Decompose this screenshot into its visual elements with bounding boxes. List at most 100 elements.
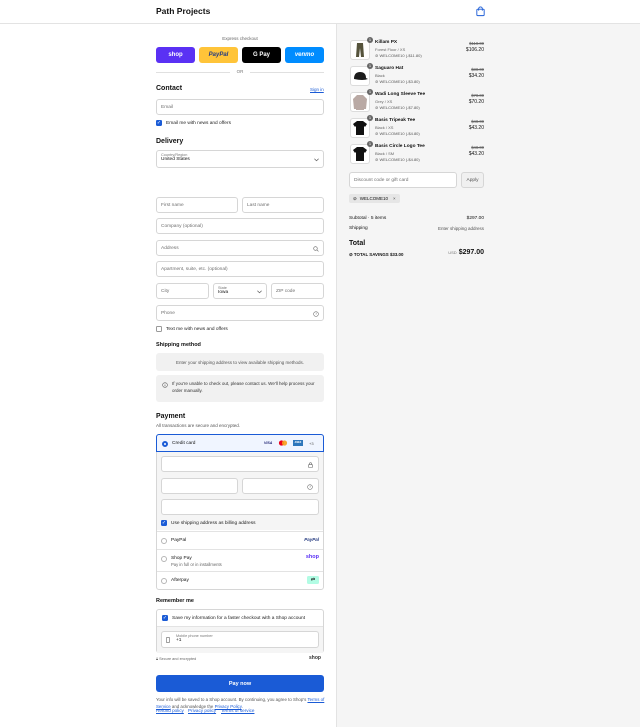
- last-name-field[interactable]: Last name: [242, 197, 324, 213]
- total-currency: USD: [448, 250, 457, 255]
- manual-order-text: If you're unable to check out, please co…: [172, 381, 315, 393]
- save-info-checkbox[interactable]: ✓: [162, 615, 168, 621]
- text-news-checkbox[interactable]: [156, 326, 162, 332]
- apply-discount-button[interactable]: Apply: [461, 172, 484, 188]
- paypal-radio[interactable]: [161, 538, 167, 544]
- company-field[interactable]: Company (optional): [156, 218, 324, 234]
- shop-pay-option[interactable]: Shop Pay Pay in full or in installments …: [157, 549, 323, 571]
- refund-policy-link[interactable]: Refund policy: [156, 708, 184, 713]
- lock-icon: 🔒︎: [156, 657, 159, 661]
- quantity-badge: 1: [367, 37, 373, 43]
- discount-chip: ⊘ WELCOME10 ×: [349, 194, 400, 203]
- afterpay-label: Afterpay: [171, 578, 189, 583]
- credit-card-label: Credit card: [172, 440, 196, 446]
- afterpay-radio[interactable]: [161, 578, 167, 584]
- credit-card-radio[interactable]: [162, 440, 168, 447]
- security-code-field[interactable]: ?: [242, 478, 319, 494]
- item-discount: ⊘ WELCOME10 (-$7.80): [375, 105, 420, 110]
- item-price: $70.20: [468, 99, 484, 105]
- google-pay-express-button[interactable]: G Pay: [242, 47, 281, 63]
- email-field[interactable]: Email: [156, 99, 324, 115]
- item-original-price: $38.00: [471, 67, 484, 72]
- item-variant: Black / XS: [375, 125, 394, 130]
- venmo-express-button[interactable]: venmo: [285, 47, 324, 63]
- name-on-card-field[interactable]: [161, 499, 319, 515]
- shop-logo: shop: [309, 655, 321, 661]
- afterpay-logo-icon: ⇄: [307, 576, 319, 584]
- help-icon[interactable]: ?: [307, 483, 313, 490]
- card-number-field[interactable]: [161, 456, 319, 472]
- amex-logo: AMEX: [293, 439, 303, 446]
- remove-discount-icon[interactable]: ×: [393, 196, 396, 201]
- item-original-price: $48.00: [471, 119, 484, 124]
- paypal-express-button[interactable]: PayPal: [199, 47, 238, 63]
- mobile-phone-field[interactable]: Mobile phone number +1: [161, 631, 319, 648]
- address-field[interactable]: Address: [156, 240, 324, 256]
- paypal-label: PayPal: [171, 538, 187, 543]
- item-name: Wadi Long Sleeve Tee: [375, 92, 426, 97]
- pay-now-button[interactable]: Pay now: [156, 675, 324, 692]
- save-info-label: Save my information for a faster checkou…: [172, 615, 306, 621]
- city-field[interactable]: City: [156, 283, 209, 299]
- shop-pay-express-button[interactable]: shop: [156, 47, 195, 63]
- paypal-option[interactable]: PayPal PayPal: [157, 531, 323, 549]
- remember-me-box: ✓ Save my information for a faster check…: [156, 609, 324, 653]
- or-separator: OR: [236, 69, 244, 74]
- item-discount-label: WELCOME10 (-$7.80): [379, 105, 420, 110]
- divider-left: [156, 72, 230, 73]
- item-name: Killam PX: [375, 40, 398, 45]
- credit-card-option[interactable]: Credit card VISA AMEX +3: [156, 434, 324, 452]
- phone-field[interactable]: Phone ?: [156, 305, 324, 321]
- item-original-price: $118.00: [469, 41, 484, 46]
- savings-value: $33.00: [389, 252, 404, 257]
- afterpay-option[interactable]: Afterpay ⇄: [157, 571, 323, 589]
- state-select[interactable]: State Iowa: [213, 283, 267, 299]
- mastercard-logo: [278, 440, 288, 446]
- paypal-logo: PayPal: [304, 537, 319, 542]
- help-icon[interactable]: ?: [313, 310, 319, 317]
- first-name-field[interactable]: First name: [156, 197, 238, 213]
- express-checkout-title: Express checkout: [222, 36, 258, 41]
- country-value: United States: [161, 157, 190, 162]
- tag-icon: ⊘: [375, 157, 379, 162]
- order-summary: 1 Killam PX Forest Floor / XS ⊘ WELCOME1…: [337, 24, 640, 727]
- header: Path Projects: [0, 0, 640, 24]
- product-thumbnail: [350, 144, 370, 164]
- item-name: Basis Tripeak Tee: [375, 118, 416, 123]
- item-original-price: $78.00: [471, 93, 484, 98]
- terms-of-service-footer-link[interactable]: Terms of service: [221, 708, 254, 713]
- shipping-method-heading: Shipping method: [156, 342, 201, 348]
- pants-image-icon: [356, 43, 364, 57]
- legal-line1: Your info will be saved to a Shop accoun…: [156, 697, 307, 702]
- item-variant: Black / SM: [375, 151, 395, 156]
- total-savings: ⊘ TOTAL SAVINGS $33.00: [349, 252, 403, 258]
- item-discount-label: WELCOME10 (-$4.80): [379, 157, 420, 162]
- svg-text:?: ?: [315, 312, 317, 316]
- expiry-field[interactable]: [161, 478, 238, 494]
- item-discount: ⊘ WELCOME10 (-$4.80): [375, 131, 420, 136]
- zip-field[interactable]: ZIP code: [271, 283, 324, 299]
- sign-in-link[interactable]: Sign in: [310, 87, 324, 92]
- store-brand[interactable]: Path Projects: [156, 6, 210, 16]
- quantity-badge: 1: [367, 115, 373, 121]
- shop-pay-sublabel: Pay in full or in installments: [171, 562, 222, 567]
- delivery-heading: Delivery: [156, 138, 184, 145]
- tee-image-icon: [353, 121, 367, 135]
- shop-pay-radio[interactable]: [161, 556, 167, 562]
- secure-note: 🔒︎ Secure and encrypted: [156, 657, 196, 661]
- item-name: Saguaro Hat: [375, 66, 404, 71]
- mobile-value: +1: [176, 638, 182, 643]
- item-discount-label: WELCOME10 (-$4.80): [379, 131, 420, 136]
- discount-code-field[interactable]: Discount code or gift card: [349, 172, 457, 188]
- item-price: $106.20: [465, 47, 484, 53]
- country-select[interactable]: Country/Region United States: [156, 150, 324, 168]
- billing-same-checkbox[interactable]: ✓: [161, 520, 167, 526]
- email-news-label: Email me with news and offers: [166, 120, 231, 126]
- total-label: Total: [349, 240, 366, 247]
- secure-label: Secure and encrypted: [159, 657, 197, 661]
- visa-logo: VISA: [264, 441, 273, 445]
- apartment-field[interactable]: Apartment, suite, etc. (optional): [156, 261, 324, 277]
- privacy-policy-footer-link[interactable]: Privacy policy: [188, 708, 216, 713]
- email-news-checkbox[interactable]: ✓: [156, 120, 162, 126]
- bag-icon[interactable]: [475, 6, 486, 17]
